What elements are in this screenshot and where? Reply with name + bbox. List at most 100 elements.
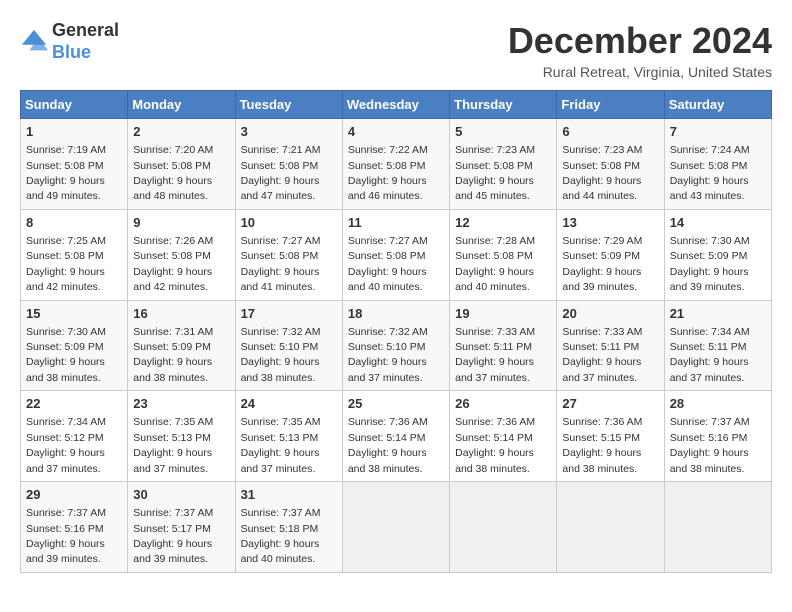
calendar-cell: 24 Sunrise: 7:35 AM Sunset: 5:13 PM Dayli… [235,391,342,482]
logo-line1: General [52,20,119,42]
calendar-cell: 15Sunrise: 7:30 AM Sunset: 5:09 PM Dayli… [21,300,128,391]
calendar-cell: 16 Sunrise: 7:31 AM Sunset: 5:09 PM Dayli… [128,300,235,391]
calendar-cell: 30 Sunrise: 7:37 AM Sunset: 5:17 PM Dayli… [128,482,235,573]
title-section: December 2024 Rural Retreat, Virginia, U… [508,20,772,80]
day-info: Sunrise: 7:37 AM Sunset: 5:18 PM Dayligh… [241,507,321,565]
calendar-cell: 13Sunrise: 7:29 AM Sunset: 5:09 PM Dayli… [557,209,664,300]
day-number: 19 [455,305,551,323]
day-info: Sunrise: 7:23 AM Sunset: 5:08 PM Dayligh… [562,144,642,202]
day-number: 10 [241,214,337,232]
calendar-week-row: 15Sunrise: 7:30 AM Sunset: 5:09 PM Dayli… [21,300,772,391]
calendar-cell [664,482,771,573]
day-number: 24 [241,395,337,413]
day-info: Sunrise: 7:25 AM Sunset: 5:08 PM Dayligh… [26,235,106,293]
day-number: 6 [562,123,658,141]
day-number: 18 [348,305,444,323]
day-number: 5 [455,123,551,141]
calendar-body: 1Sunrise: 7:19 AM Sunset: 5:08 PM Daylig… [21,119,772,573]
header-day: Wednesday [342,91,449,119]
calendar-cell: 4 Sunrise: 7:22 AM Sunset: 5:08 PM Daylig… [342,119,449,210]
calendar-cell: 14 Sunrise: 7:30 AM Sunset: 5:09 PM Dayli… [664,209,771,300]
day-number: 9 [133,214,229,232]
day-info: Sunrise: 7:32 AM Sunset: 5:10 PM Dayligh… [241,326,321,384]
calendar-cell [342,482,449,573]
calendar-week-row: 29 Sunrise: 7:37 AM Sunset: 5:16 PM Dayli… [21,482,772,573]
calendar-cell: 31 Sunrise: 7:37 AM Sunset: 5:18 PM Dayli… [235,482,342,573]
day-info: Sunrise: 7:36 AM Sunset: 5:14 PM Dayligh… [455,416,535,474]
day-number: 27 [562,395,658,413]
day-number: 25 [348,395,444,413]
calendar-cell: 18Sunrise: 7:32 AM Sunset: 5:10 PM Dayli… [342,300,449,391]
day-info: Sunrise: 7:22 AM Sunset: 5:08 PM Dayligh… [348,144,428,202]
day-info: Sunrise: 7:37 AM Sunset: 5:16 PM Dayligh… [26,507,106,565]
day-info: Sunrise: 7:33 AM Sunset: 5:11 PM Dayligh… [562,326,642,384]
calendar-week-row: 1Sunrise: 7:19 AM Sunset: 5:08 PM Daylig… [21,119,772,210]
header-day: Friday [557,91,664,119]
day-number: 30 [133,486,229,504]
day-info: Sunrise: 7:27 AM Sunset: 5:08 PM Dayligh… [241,235,321,293]
logo-line2: Blue [52,42,119,64]
calendar-cell [450,482,557,573]
calendar-cell: 12Sunrise: 7:28 AM Sunset: 5:08 PM Dayli… [450,209,557,300]
calendar-cell: 28 Sunrise: 7:37 AM Sunset: 5:16 PM Dayli… [664,391,771,482]
calendar-cell: 10 Sunrise: 7:27 AM Sunset: 5:08 PM Dayli… [235,209,342,300]
header: General Blue December 2024 Rural Retreat… [20,20,772,80]
calendar-cell: 29 Sunrise: 7:37 AM Sunset: 5:16 PM Dayli… [21,482,128,573]
calendar-week-row: 22 Sunrise: 7:34 AM Sunset: 5:12 PM Dayli… [21,391,772,482]
day-info: Sunrise: 7:24 AM Sunset: 5:08 PM Dayligh… [670,144,750,202]
day-info: Sunrise: 7:34 AM Sunset: 5:11 PM Dayligh… [670,326,750,384]
header-day: Monday [128,91,235,119]
calendar-cell: 6 Sunrise: 7:23 AM Sunset: 5:08 PM Daylig… [557,119,664,210]
calendar-table: SundayMondayTuesdayWednesdayThursdayFrid… [20,90,772,573]
day-info: Sunrise: 7:30 AM Sunset: 5:09 PM Dayligh… [670,235,750,293]
day-info: Sunrise: 7:37 AM Sunset: 5:16 PM Dayligh… [670,416,750,474]
day-info: Sunrise: 7:21 AM Sunset: 5:08 PM Dayligh… [241,144,321,202]
calendar-cell: 26 Sunrise: 7:36 AM Sunset: 5:14 PM Dayli… [450,391,557,482]
day-number: 13 [562,214,658,232]
day-number: 11 [348,214,444,232]
day-info: Sunrise: 7:27 AM Sunset: 5:08 PM Dayligh… [348,235,428,293]
day-info: Sunrise: 7:35 AM Sunset: 5:13 PM Dayligh… [241,416,321,474]
day-number: 23 [133,395,229,413]
header-day: Tuesday [235,91,342,119]
day-number: 29 [26,486,122,504]
day-number: 14 [670,214,766,232]
day-info: Sunrise: 7:36 AM Sunset: 5:15 PM Dayligh… [562,416,642,474]
calendar-cell [557,482,664,573]
day-number: 31 [241,486,337,504]
calendar-cell: 27 Sunrise: 7:36 AM Sunset: 5:15 PM Dayli… [557,391,664,482]
calendar-cell: 3 Sunrise: 7:21 AM Sunset: 5:08 PM Daylig… [235,119,342,210]
calendar-cell: 5 Sunrise: 7:23 AM Sunset: 5:08 PM Daylig… [450,119,557,210]
day-info: Sunrise: 7:30 AM Sunset: 5:09 PM Dayligh… [26,326,106,384]
day-number: 17 [241,305,337,323]
calendar-cell: 22 Sunrise: 7:34 AM Sunset: 5:12 PM Dayli… [21,391,128,482]
day-number: 4 [348,123,444,141]
day-number: 16 [133,305,229,323]
day-number: 28 [670,395,766,413]
header-day: Thursday [450,91,557,119]
logo: General Blue [20,20,119,63]
calendar-cell: 2Sunrise: 7:20 AM Sunset: 5:08 PM Daylig… [128,119,235,210]
day-number: 1 [26,123,122,141]
calendar-cell: 9Sunrise: 7:26 AM Sunset: 5:08 PM Daylig… [128,209,235,300]
calendar-week-row: 8 Sunrise: 7:25 AM Sunset: 5:08 PM Daylig… [21,209,772,300]
calendar-cell: 11 Sunrise: 7:27 AM Sunset: 5:08 PM Dayli… [342,209,449,300]
day-info: Sunrise: 7:31 AM Sunset: 5:09 PM Dayligh… [133,326,213,384]
calendar-cell: 8 Sunrise: 7:25 AM Sunset: 5:08 PM Daylig… [21,209,128,300]
day-info: Sunrise: 7:37 AM Sunset: 5:17 PM Dayligh… [133,507,213,565]
calendar-cell: 7Sunrise: 7:24 AM Sunset: 5:08 PM Daylig… [664,119,771,210]
day-number: 26 [455,395,551,413]
calendar-cell: 23 Sunrise: 7:35 AM Sunset: 5:13 PM Dayli… [128,391,235,482]
day-info: Sunrise: 7:23 AM Sunset: 5:08 PM Dayligh… [455,144,535,202]
calendar-cell: 20Sunrise: 7:33 AM Sunset: 5:11 PM Dayli… [557,300,664,391]
calendar-cell: 25Sunrise: 7:36 AM Sunset: 5:14 PM Dayli… [342,391,449,482]
day-info: Sunrise: 7:28 AM Sunset: 5:08 PM Dayligh… [455,235,535,293]
day-number: 22 [26,395,122,413]
calendar-cell: 17 Sunrise: 7:32 AM Sunset: 5:10 PM Dayli… [235,300,342,391]
day-number: 8 [26,214,122,232]
day-info: Sunrise: 7:34 AM Sunset: 5:12 PM Dayligh… [26,416,106,474]
day-info: Sunrise: 7:33 AM Sunset: 5:11 PM Dayligh… [455,326,535,384]
day-number: 3 [241,123,337,141]
day-info: Sunrise: 7:35 AM Sunset: 5:13 PM Dayligh… [133,416,213,474]
day-info: Sunrise: 7:20 AM Sunset: 5:08 PM Dayligh… [133,144,213,202]
